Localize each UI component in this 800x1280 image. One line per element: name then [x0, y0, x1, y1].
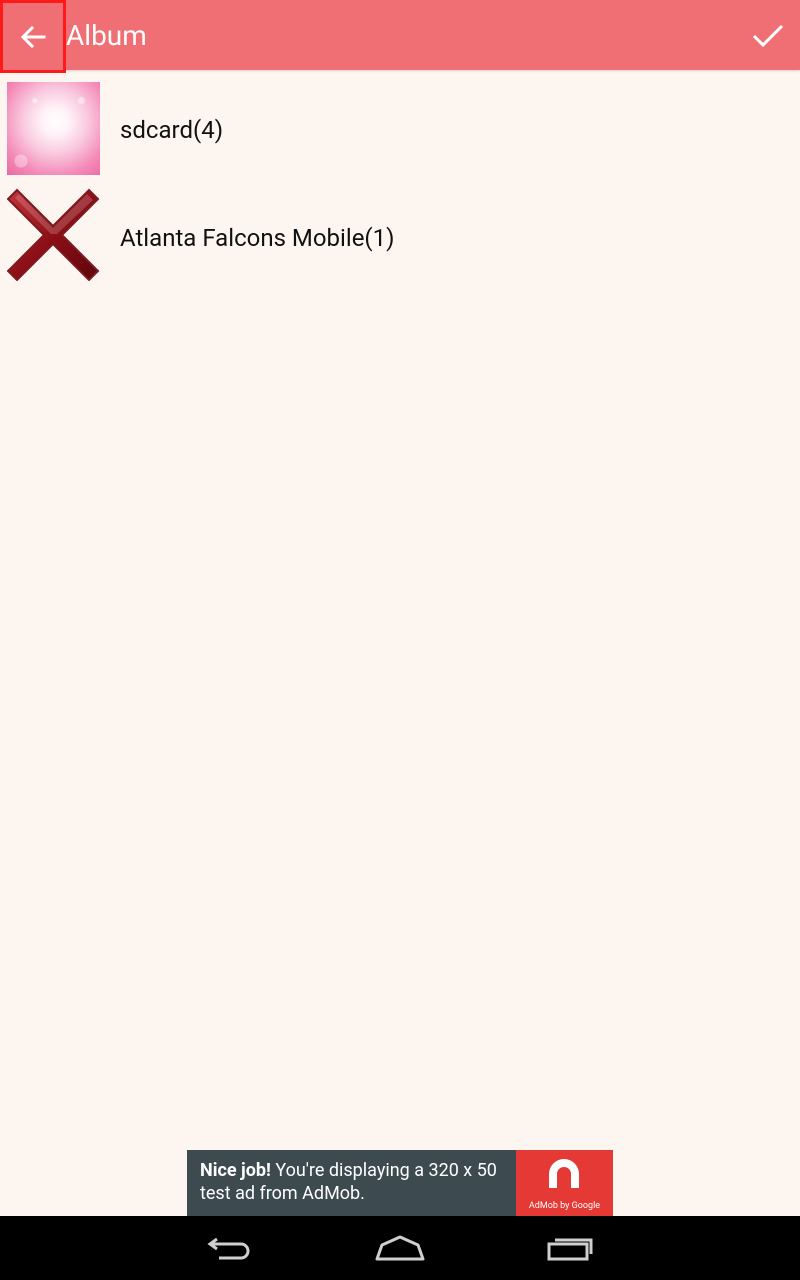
checkmark-icon: [752, 24, 784, 48]
album-label: sdcard(4): [120, 116, 224, 144]
red-x-image: [6, 188, 100, 282]
ad-headline: Nice job!: [200, 1160, 271, 1181]
page-title: Album: [66, 19, 147, 52]
album-item-atlanta-falcons[interactable]: Atlanta Falcons Mobile(1): [0, 188, 800, 288]
back-button[interactable]: [0, 0, 66, 73]
nav-recents-icon: [547, 1238, 593, 1261]
system-nav-bar: [0, 1216, 800, 1280]
ad-text: Nice job! You're displaying a 320 x 50 t…: [200, 1159, 520, 1205]
ad-banner[interactable]: Nice job! You're displaying a 320 x 50 t…: [187, 1150, 613, 1216]
nav-back-icon: [207, 1237, 250, 1260]
confirm-button[interactable]: [744, 14, 792, 58]
nav-back-button[interactable]: [200, 1228, 260, 1268]
album-thumbnail: [6, 188, 100, 282]
album-item-sdcard[interactable]: sdcard(4): [0, 82, 800, 182]
ad-logo-caption: AdMob by Google: [528, 1201, 601, 1211]
admob-logo: AdMob by Google: [516, 1150, 613, 1216]
album-thumbnail: [7, 82, 100, 175]
nav-home-button[interactable]: [370, 1228, 430, 1268]
app-bar: Album: [0, 0, 800, 73]
album-label: Atlanta Falcons Mobile(1): [120, 224, 395, 252]
admob-icon: [549, 1159, 579, 1188]
nav-recents-button[interactable]: [540, 1228, 600, 1268]
arrow-left-icon: [20, 25, 46, 48]
nav-home-icon: [375, 1235, 425, 1261]
